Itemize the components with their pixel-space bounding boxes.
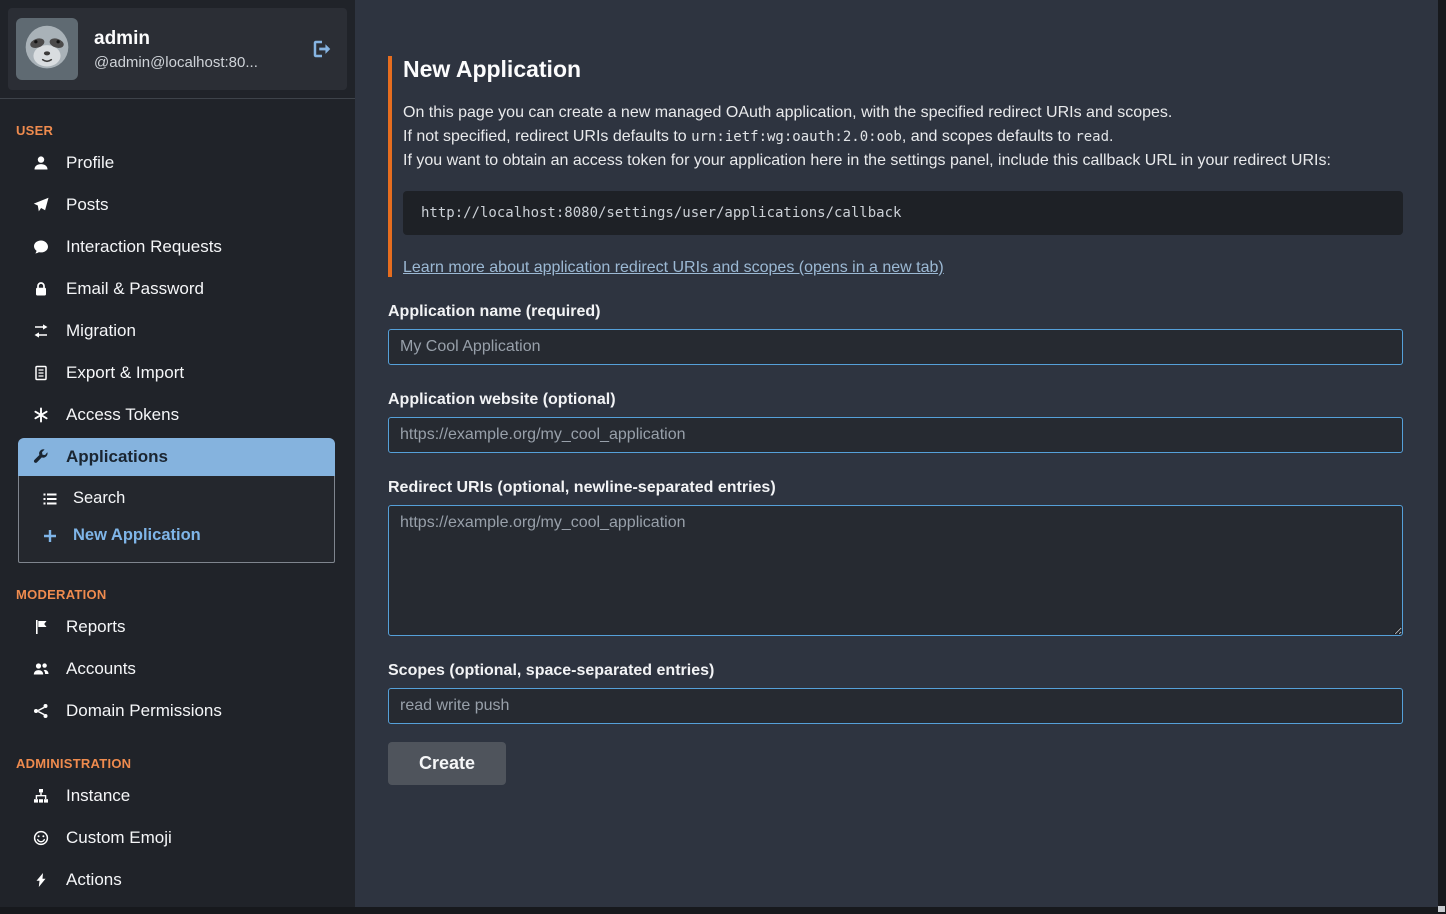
sidebar-item-label: Access Tokens	[66, 405, 179, 425]
callback-url-code-block: http://localhost:8080/settings/user/appl…	[403, 191, 1403, 235]
sidebar-item-reports[interactable]: Reports	[0, 606, 355, 648]
read-code: read	[1075, 129, 1109, 145]
page-title: New Application	[403, 56, 1403, 83]
application-name-input[interactable]	[388, 329, 1403, 365]
users-icon	[32, 661, 50, 677]
sidebar-item-label: Export & Import	[66, 363, 184, 383]
sidebar-item-label: Actions	[66, 870, 122, 890]
application-name-label: Application name (required)	[388, 303, 1403, 321]
redirect-uris-label: Redirect URIs (optional, newline-separat…	[388, 479, 1403, 497]
sidebar-item-interaction-requests[interactable]: Interaction Requests	[0, 226, 355, 268]
sidebar-item-label: Profile	[66, 153, 114, 173]
section-label-moderation: MODERATION	[0, 587, 355, 602]
avatar	[16, 18, 78, 80]
share-nodes-icon	[32, 703, 50, 719]
lock-icon	[32, 281, 50, 297]
applications-group: Applications Search New Application	[18, 438, 335, 563]
sidebar-item-instance[interactable]: Instance	[0, 775, 355, 817]
application-website-input[interactable]	[388, 417, 1403, 453]
sidebar-item-actions[interactable]: Actions	[0, 859, 355, 901]
sidebar-item-label: Email & Password	[66, 279, 204, 299]
section-label-administration: ADMINISTRATION	[0, 756, 355, 771]
sidebar-item-domain-permissions[interactable]: Domain Permissions	[0, 690, 355, 732]
sidebar-item-label: Search	[73, 489, 125, 508]
new-application-form: Application name (required) Application …	[388, 303, 1403, 785]
user-icon	[32, 155, 50, 171]
sidebar-item-label: Custom Emoji	[66, 828, 172, 848]
intro-line-2: If not specified, redirect URIs defaults…	[403, 125, 1403, 149]
sidebar-nav: USER Profile Posts Interaction Requests	[0, 123, 355, 901]
user-card: admin @admin@localhost:80...	[8, 8, 347, 90]
sidebar-item-custom-emoji[interactable]: Custom Emoji	[0, 817, 355, 859]
sidebar-item-label: Posts	[66, 195, 109, 215]
plus-icon	[41, 528, 59, 544]
applications-submenu: Search New Application	[18, 476, 335, 563]
smiley-icon	[32, 830, 50, 846]
sidebar-item-access-tokens[interactable]: Access Tokens	[0, 394, 355, 436]
sidebar-item-label: Interaction Requests	[66, 237, 222, 257]
list-icon	[41, 491, 59, 507]
new-application-intro: New Application On this page you can cre…	[388, 56, 1403, 277]
user-handle: @admin@localhost:80...	[94, 54, 258, 71]
bolt-icon	[32, 872, 50, 888]
sidebar-item-label: Reports	[66, 617, 126, 637]
scopes-input[interactable]	[388, 688, 1403, 724]
sidebar-item-label: Domain Permissions	[66, 701, 222, 721]
sidebar-item-label: Accounts	[66, 659, 136, 679]
create-button[interactable]: Create	[388, 742, 506, 785]
user-meta: admin @admin@localhost:80...	[94, 28, 258, 71]
sidebar-item-export-import[interactable]: Export & Import	[0, 352, 355, 394]
sidebar-item-email-password[interactable]: Email & Password	[0, 268, 355, 310]
scopes-label: Scopes (optional, space-separated entrie…	[388, 662, 1403, 680]
section-label-user: USER	[0, 123, 355, 138]
scrollbar-corner	[1438, 906, 1445, 912]
settings-page: admin @admin@localhost:80... USER Prof	[0, 0, 1446, 907]
learn-more-link[interactable]: Learn more about application redirect UR…	[403, 259, 944, 277]
sidebar-item-applications-search[interactable]: Search	[19, 480, 334, 517]
sidebar-item-migration[interactable]: Migration	[0, 310, 355, 352]
paper-plane-icon	[32, 197, 50, 213]
sidebar: admin @admin@localhost:80... USER Prof	[0, 0, 355, 907]
main-content: New Application On this page you can cre…	[355, 0, 1438, 907]
asterisk-icon	[32, 407, 50, 423]
sitemap-icon	[32, 788, 50, 804]
oob-code: urn:ietf:wg:oauth:2.0:oob	[691, 129, 902, 145]
sidebar-item-profile[interactable]: Profile	[0, 142, 355, 184]
sidebar-item-applications[interactable]: Applications	[18, 438, 335, 476]
sidebar-header: admin @admin@localhost:80...	[0, 0, 355, 99]
wrench-icon	[32, 449, 50, 465]
sidebar-item-label: Migration	[66, 321, 136, 341]
sidebar-item-applications-new[interactable]: New Application	[19, 517, 334, 554]
sidebar-item-accounts[interactable]: Accounts	[0, 648, 355, 690]
sidebar-item-posts[interactable]: Posts	[0, 184, 355, 226]
speech-bubble-icon	[32, 239, 50, 255]
sidebar-item-label: Instance	[66, 786, 130, 806]
flag-icon	[32, 619, 50, 635]
logout-icon[interactable]	[311, 38, 333, 60]
application-website-label: Application website (optional)	[388, 391, 1403, 409]
intro-line-3: If you want to obtain an access token fo…	[403, 149, 1403, 173]
document-icon	[32, 365, 50, 381]
user-name: admin	[94, 28, 258, 50]
sidebar-item-label: Applications	[66, 447, 168, 467]
transfer-arrows-icon	[32, 323, 50, 339]
sidebar-item-label: New Application	[73, 526, 201, 545]
redirect-uris-textarea[interactable]	[388, 505, 1403, 636]
intro-line-1: On this page you can create a new manage…	[403, 101, 1403, 125]
